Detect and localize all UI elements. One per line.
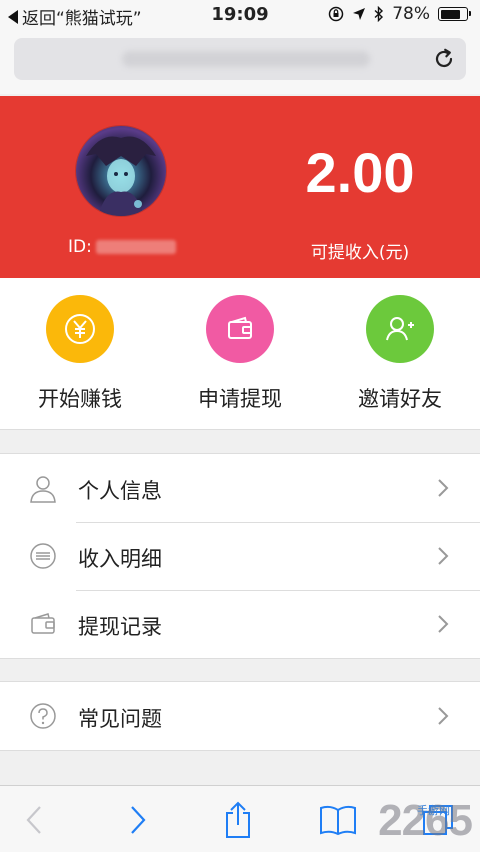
list-circle-icon xyxy=(30,543,56,569)
request-withdrawal-button[interactable]: 申请提现 xyxy=(160,295,320,413)
watermark-subtitle: 手游网 xyxy=(417,804,450,817)
chevron-right-icon xyxy=(438,615,449,633)
reload-icon[interactable] xyxy=(432,47,456,71)
menu-item-label: 提现记录 xyxy=(78,615,162,639)
balance-label: 可提收入(元) xyxy=(310,243,410,263)
chevron-right-icon xyxy=(131,806,146,834)
book-icon xyxy=(320,805,356,836)
start-earning-circle xyxy=(46,295,114,363)
battery-icon xyxy=(438,7,471,21)
location-arrow-icon xyxy=(353,8,366,20)
start-earning-button[interactable]: 开始赚钱 xyxy=(0,295,160,413)
battery-level-fill xyxy=(440,9,460,19)
battery-percent: 78% xyxy=(392,4,430,24)
request-withdrawal-label: 申请提现 xyxy=(198,387,282,411)
bluetooth-icon xyxy=(374,6,384,22)
menu-item-faq[interactable]: 常见问题 xyxy=(0,682,480,750)
share-icon xyxy=(226,801,250,838)
invite-friends-label: 邀请好友 xyxy=(358,387,442,411)
wallet-icon xyxy=(228,316,252,339)
bookmarks-button[interactable] xyxy=(318,800,358,840)
orientation-lock-icon xyxy=(328,6,344,22)
chevron-right-icon xyxy=(438,547,449,565)
menu-item-personal-info[interactable]: 个人信息 xyxy=(0,454,480,522)
invite-friends-button[interactable]: 邀请好友 xyxy=(320,295,480,413)
user-id-value-redacted xyxy=(95,240,176,254)
status-indicators: 78% xyxy=(328,4,471,24)
avatar-image xyxy=(86,136,156,216)
question-icon xyxy=(30,703,56,729)
menu-item-label: 个人信息 xyxy=(78,479,162,503)
menu-group-help: 常见问题 xyxy=(0,681,480,751)
start-earning-label: 开始赚钱 xyxy=(38,387,122,411)
account-header: ID: 2.00 可提收入(元) xyxy=(0,96,480,278)
request-withdrawal-circle xyxy=(206,295,274,363)
menu-group-account: 个人信息 收入明细 提现记录 xyxy=(0,453,480,659)
quick-actions: 开始赚钱 申请提现 邀请好友 xyxy=(0,278,480,430)
status-bar: 返回“熊猫试玩” 19:09 78% xyxy=(0,0,480,30)
wallet-outline-icon xyxy=(31,613,55,634)
forward-button[interactable] xyxy=(118,800,158,840)
address-text-redacted xyxy=(122,51,370,67)
browser-address-area xyxy=(0,30,480,94)
share-button[interactable] xyxy=(218,800,258,840)
invite-friends-circle xyxy=(366,295,434,363)
back-button[interactable] xyxy=(14,800,54,840)
user-id-label: ID: xyxy=(68,237,92,257)
person-icon xyxy=(30,476,56,503)
address-bar[interactable] xyxy=(14,38,466,80)
menu-item-income-details[interactable]: 收入明细 xyxy=(0,522,480,590)
avatar[interactable] xyxy=(76,126,166,216)
menu-item-withdrawal-records[interactable]: 提现记录 xyxy=(0,590,480,658)
chevron-right-icon xyxy=(438,707,449,725)
yen-coin-icon xyxy=(65,314,95,344)
menu-item-label: 收入明细 xyxy=(78,547,162,571)
chevron-right-icon xyxy=(438,479,449,497)
chevron-left-icon xyxy=(26,806,41,834)
add-user-icon xyxy=(386,317,414,341)
browser-toolbar: 2265 手游网 xyxy=(0,785,480,852)
menu-item-label: 常见问题 xyxy=(78,707,162,731)
balance-amount: 2.00 xyxy=(305,141,415,204)
user-id: ID: xyxy=(68,237,176,257)
